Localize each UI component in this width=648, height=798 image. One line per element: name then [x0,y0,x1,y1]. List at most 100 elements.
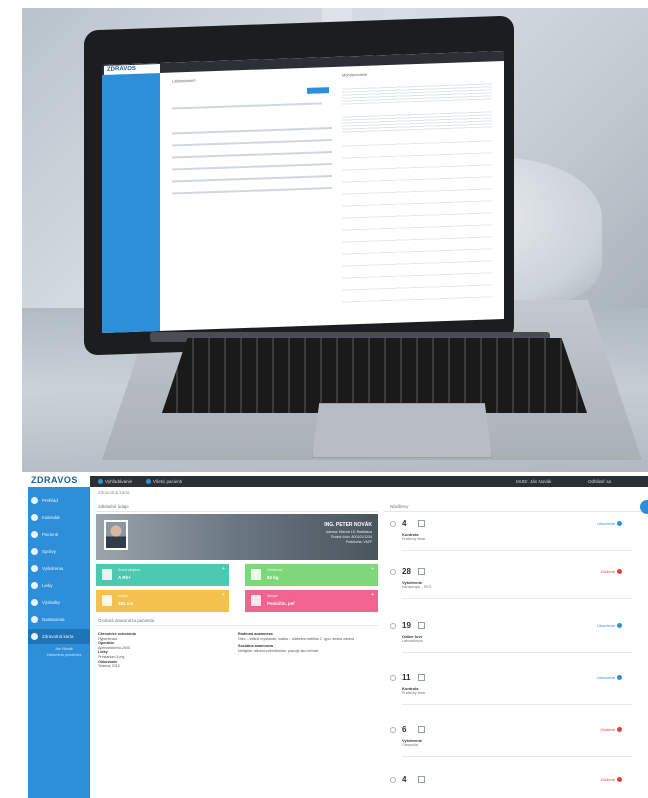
info-block: Chronické ochorenia Hypertenzia [98,632,136,641]
plus-icon[interactable]: + [371,592,374,598]
topbar-patients[interactable]: Všetci pacienti [146,478,182,485]
sidebar-sub-insurance[interactable]: Zdravotná poisťovňa [38,653,90,657]
sidebar-item-exams[interactable]: Vyšetrenia [28,561,90,576]
visit-day: 4 [402,519,407,528]
laptop-photo: ZDRAVOS Laboratorium Monitorovanie [22,8,648,472]
sidebar-item-overview[interactable]: Prehľad [28,493,90,508]
calendar-icon [418,520,425,527]
app-logo[interactable]: ZDRAVOS [28,476,90,487]
drop-icon [102,569,112,580]
home-icon [31,497,38,504]
visit-text: Ortopédia [402,743,418,747]
status-dot [617,569,622,575]
visit-footer [402,550,632,556]
breadcrumb[interactable]: Zdravotná karta [98,490,130,495]
users-icon [31,531,38,538]
status-dot [617,675,622,681]
screen-panel-title: Monitorovanie [342,71,368,78]
avatar-photo [106,522,126,548]
screen-text-block [342,81,492,105]
sidebar-sub-patient[interactable]: Ján Novák [38,647,90,651]
visit-item[interactable]: 11 Ukončené Kontrola Praktický lekár [384,670,634,728]
calendar-icon [31,514,38,521]
patient-id: Rodné číslo: 800101/1234 [331,535,372,539]
scale-icon [251,569,261,580]
status-dot [617,727,622,733]
status-dot [617,521,622,527]
patient-name: ING. PETER NOVÁK [324,522,372,528]
screen-line [172,126,332,135]
divider [96,511,378,512]
sidebar-item-calendar[interactable]: Kalendár [28,510,90,525]
visit-item[interactable]: 28 Zrušené Vyšetrenie Kardiológia – EKG [384,564,634,622]
topbar-search[interactable]: Vyhľadávanie [98,478,132,485]
tile-value: A Rh+ [118,575,131,580]
select-checkbox[interactable] [390,569,396,575]
tile-allergies[interactable]: Alergie Penicilín, peľ + [245,590,378,612]
screen-line [172,150,332,159]
tile-label: Krvná skupina [118,568,141,572]
mail-icon [31,548,38,555]
anamnesis-right: Rodinná anamnéza Otec – infarkt myokardu,… [238,632,376,653]
screen-list [342,137,492,303]
profile-cover: ING. PETER NOVÁK Adresa: Hlavná 15, Brat… [96,514,378,560]
sidebar-item-patients[interactable]: Pacienti [28,527,90,542]
anamnesis-title: Osobná anamnéza pacienta [98,618,155,623]
laptop-trackpad [312,403,492,458]
sidebar-item-results[interactable]: Výsledky [28,595,90,610]
visit-footer [402,756,632,762]
calendar-icon [418,568,425,575]
anamnesis-left: Chronické ochorenia Hypertenzia Operácie A… [98,632,228,669]
avatar[interactable] [104,520,128,550]
visit-day: 28 [402,567,411,576]
top-bar: Vyhľadávanie Všetci pacienti MUDr. Ján N… [28,476,648,487]
visit-status: Zrušené [600,777,622,783]
visit-item[interactable]: 19 Ukončené Odber krvi Laboratórium [384,618,634,676]
visit-text: Praktický lekár [402,537,426,541]
visit-status: Ukončené [597,675,622,681]
plus-icon[interactable]: + [371,566,374,572]
status-dot [617,777,622,783]
flask-icon [31,565,38,572]
divider [96,625,378,626]
info-block: Lieky Prestarium 5 mg [98,650,125,659]
topbar-user[interactable]: MUDr. Ján Novák [516,478,551,485]
tile-height[interactable]: Výška 181 cm + [96,590,229,612]
tile-value: 181 cm [118,601,134,606]
select-checkbox[interactable] [390,727,396,733]
card-icon [31,633,38,640]
plus-icon[interactable]: + [222,566,225,572]
tile-blood-type[interactable]: Krvná skupina A Rh+ + [96,564,229,586]
search-icon [98,479,103,485]
visit-footer [402,598,632,604]
select-checkbox[interactable] [390,521,396,527]
sidebar-item-health-card[interactable]: Zdravotná karta [28,629,90,644]
tile-label: Výška [118,594,128,598]
visit-status: Ukončené [597,521,622,527]
logout-link[interactable]: Odhlásiť sa [588,478,611,485]
screen-sidebar [102,72,160,333]
sidebar-item-settings[interactable]: Nastavenia [28,612,90,627]
patient-address: Adresa: Hlavná 15, Bratislava [325,530,372,534]
select-checkbox[interactable] [390,623,396,629]
status-dot [617,623,622,629]
screen-line [172,186,332,195]
sidebar-item-messages[interactable]: Správy [28,544,90,559]
sidebar-item-drugs[interactable]: Lieky [28,578,90,593]
select-checkbox[interactable] [390,777,396,783]
chart-icon [31,599,38,606]
screen-line [172,138,332,147]
screen-line [172,174,332,183]
screen-button [307,87,329,94]
visit-item[interactable]: 4 Zrušené [384,772,634,798]
users-icon [146,479,151,485]
plus-icon[interactable]: + [222,592,225,598]
pill-icon [31,582,38,589]
sidebar: Prehľad Kalendár Pacienti Správy Vyšetre… [28,487,90,798]
tile-label: Hmotnosť [267,568,283,572]
alert-icon [251,595,261,606]
visit-text: Laboratórium [402,639,424,643]
select-checkbox[interactable] [390,675,396,681]
tile-weight[interactable]: Hmotnosť 82 kg + [245,564,378,586]
visit-footer [402,652,632,658]
